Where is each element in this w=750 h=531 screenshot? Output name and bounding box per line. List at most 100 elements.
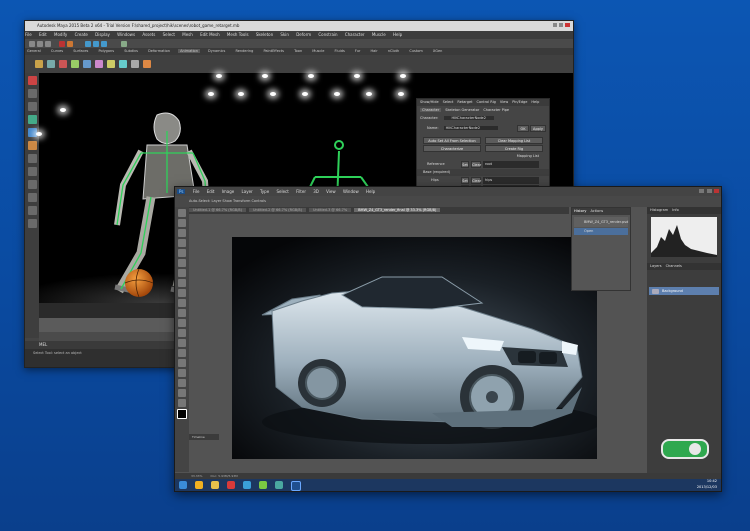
open-scene-icon[interactable] bbox=[37, 41, 43, 47]
app-icon[interactable] bbox=[259, 481, 267, 489]
select-by-object-icon[interactable] bbox=[67, 41, 73, 47]
doc-tab-3[interactable]: Untitled-3 @ 66.7% bbox=[308, 208, 352, 212]
chrome-icon[interactable] bbox=[227, 481, 235, 489]
crop-tool-icon[interactable] bbox=[178, 249, 186, 257]
dope-sheet-icon[interactable] bbox=[119, 60, 127, 68]
hips-field[interactable]: hips bbox=[483, 177, 539, 184]
explorer-icon[interactable] bbox=[211, 481, 219, 489]
set-key-icon[interactable] bbox=[35, 60, 43, 68]
new-scene-icon[interactable] bbox=[29, 41, 35, 47]
gradient-tool-icon[interactable] bbox=[178, 319, 186, 327]
tab-actions[interactable]: Actions bbox=[590, 209, 603, 213]
shelf-tab-deformation[interactable]: Deformation bbox=[146, 49, 172, 53]
ps-menu-layer[interactable]: Layer bbox=[242, 189, 253, 194]
shelf-tab-fur[interactable]: Fur bbox=[353, 49, 362, 53]
photoshop-taskbar-icon[interactable] bbox=[291, 481, 301, 491]
tab-channels[interactable]: Channels bbox=[666, 264, 682, 268]
shelf-tab-ncloth[interactable]: nCloth bbox=[386, 49, 401, 53]
hik-menu-help[interactable]: Help bbox=[531, 100, 539, 104]
system-clock[interactable]: 10:42 2013/12/03 bbox=[661, 479, 717, 491]
timeline-panel-tab[interactable]: Timeline bbox=[189, 434, 219, 440]
brush-tool-icon[interactable] bbox=[178, 279, 186, 287]
shelf-tab-muscle[interactable]: Muscle bbox=[310, 49, 326, 53]
windows-start-icon[interactable] bbox=[179, 481, 187, 489]
menu-file[interactable]: File bbox=[25, 32, 32, 37]
move-tool-icon[interactable] bbox=[27, 115, 37, 124]
layout-persp-graph-icon[interactable] bbox=[27, 206, 37, 215]
menu-constrain[interactable]: Constrain bbox=[318, 32, 337, 37]
toggle-badge[interactable] bbox=[661, 439, 709, 459]
menu-muscle[interactable]: Muscle bbox=[372, 32, 386, 37]
base-section[interactable]: Base (required) bbox=[417, 169, 549, 176]
reference-set-button[interactable]: Set bbox=[461, 161, 469, 168]
graph-editor-icon[interactable] bbox=[107, 60, 115, 68]
zoom-tool-icon[interactable] bbox=[178, 399, 186, 407]
shelf-tab-custom[interactable]: Custom bbox=[407, 49, 424, 53]
document-canvas[interactable] bbox=[232, 237, 597, 459]
menu-skeleton[interactable]: Skeleton bbox=[256, 32, 273, 37]
save-scene-icon[interactable] bbox=[45, 41, 51, 47]
shelf-tab-curves[interactable]: Curves bbox=[49, 49, 65, 53]
pen-tool-icon[interactable] bbox=[178, 349, 186, 357]
layout-hypershade-icon[interactable] bbox=[27, 219, 37, 228]
snap-point-icon[interactable] bbox=[101, 41, 107, 47]
tab-info[interactable]: Info bbox=[672, 208, 679, 212]
menu-create[interactable]: Create bbox=[75, 32, 88, 37]
ok-button[interactable]: OK bbox=[517, 125, 529, 132]
menu-help[interactable]: Help bbox=[393, 32, 402, 37]
ps-menu-3d[interactable]: 3D bbox=[313, 189, 319, 194]
tab-layers[interactable]: Layers bbox=[650, 264, 662, 268]
hik-menu-pin[interactable]: Pin/Edge bbox=[512, 100, 527, 104]
menu-modify[interactable]: Modify bbox=[54, 32, 67, 37]
ps-menu-window[interactable]: Window bbox=[343, 189, 359, 194]
history-state[interactable]: Open bbox=[574, 228, 628, 235]
hik-menu-select[interactable]: Select bbox=[443, 100, 454, 104]
auto-set-button[interactable]: Auto Set All From Selection bbox=[423, 137, 481, 144]
character-dropdown[interactable]: HIKCharacterNode2 bbox=[443, 116, 494, 120]
joint-tool-icon[interactable] bbox=[59, 60, 67, 68]
hik-menu-show-hide[interactable]: Show/Hide bbox=[420, 100, 439, 104]
hik-icon[interactable] bbox=[143, 60, 151, 68]
quick-select-icon[interactable] bbox=[178, 239, 186, 247]
shelf-tab-hair[interactable]: Hair bbox=[369, 49, 380, 53]
maximize-button[interactable] bbox=[559, 23, 563, 27]
menu-skin[interactable]: Skin bbox=[280, 32, 289, 37]
scale-tool-icon[interactable] bbox=[27, 141, 37, 150]
maya-taskbar-icon[interactable] bbox=[275, 481, 283, 489]
menu-mesh-tools[interactable]: Mesh Tools bbox=[227, 32, 249, 37]
ps-menu-edit[interactable]: Edit bbox=[207, 189, 215, 194]
shelf-tab-animation[interactable]: Animation bbox=[178, 49, 200, 53]
tab-histogram[interactable]: Histogram bbox=[650, 208, 668, 212]
create-rig-button[interactable]: Create Rig bbox=[485, 145, 543, 152]
snap-grid-icon[interactable] bbox=[85, 41, 91, 47]
app-icon[interactable] bbox=[243, 481, 251, 489]
history-snapshot[interactable]: BMW_Z4_GT3_render.psd bbox=[574, 217, 628, 227]
hips-clear-button[interactable]: Clear bbox=[471, 177, 481, 184]
ps-menu-filter[interactable]: Filter bbox=[296, 189, 306, 194]
ps-menu-view[interactable]: View bbox=[326, 189, 336, 194]
ie-icon[interactable] bbox=[195, 481, 203, 489]
healing-brush-icon[interactable] bbox=[178, 269, 186, 277]
shelf-tab-general[interactable]: General bbox=[25, 49, 43, 53]
menu-mesh[interactable]: Mesh bbox=[182, 32, 193, 37]
ps-maximize-button[interactable] bbox=[707, 189, 712, 193]
last-tool-icon[interactable] bbox=[27, 154, 37, 163]
shelf-tab-fluids[interactable]: Fluids bbox=[333, 49, 347, 53]
characterize-button[interactable]: Characterize bbox=[423, 145, 481, 152]
menu-display[interactable]: Display bbox=[95, 32, 110, 37]
shelf-tab-painteffects[interactable]: PaintEffects bbox=[261, 49, 286, 53]
eraser-icon[interactable] bbox=[178, 309, 186, 317]
shelf-tab-rendering[interactable]: Rendering bbox=[233, 49, 255, 53]
shelf-tab-xgen[interactable]: XGen bbox=[431, 49, 444, 53]
select-by-hierarchy-icon[interactable] bbox=[59, 41, 65, 47]
close-button[interactable] bbox=[565, 23, 570, 27]
constraint-icon[interactable] bbox=[83, 60, 91, 68]
zoom-level[interactable]: 33.33% bbox=[191, 474, 202, 478]
tab-history[interactable]: History bbox=[574, 209, 586, 213]
shelf-tab-dynamics[interactable]: Dynamics bbox=[206, 49, 227, 53]
path-select-icon[interactable] bbox=[178, 369, 186, 377]
hips-set-button[interactable]: Set bbox=[461, 177, 469, 184]
move-tool-icon[interactable] bbox=[178, 209, 186, 217]
minimize-button[interactable] bbox=[553, 23, 557, 27]
shelf-tab-polygons[interactable]: Polygons bbox=[97, 49, 117, 53]
